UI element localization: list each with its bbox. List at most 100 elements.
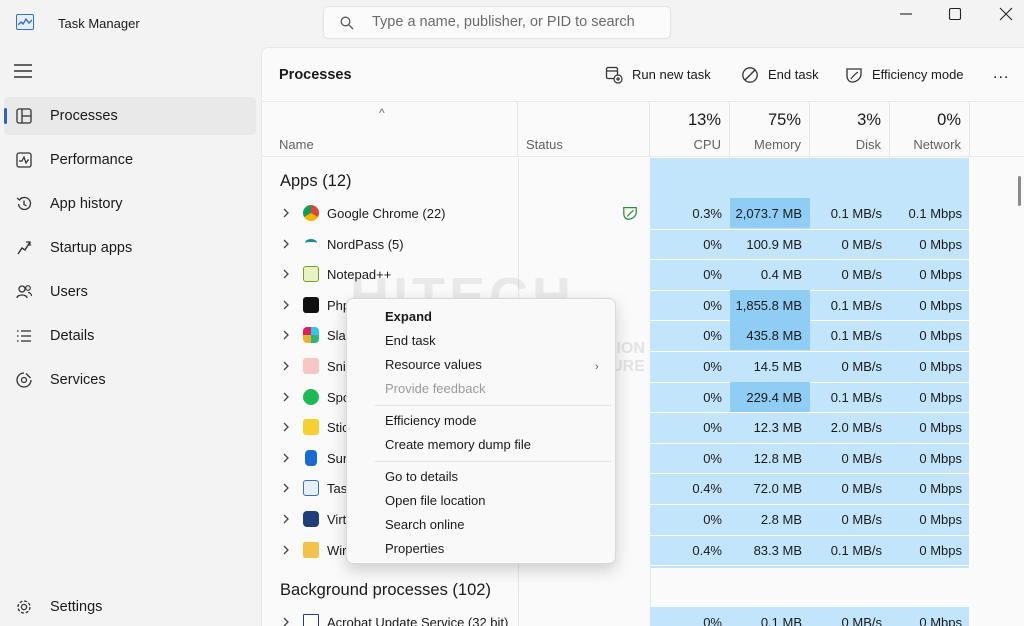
close-button[interactable] <box>984 4 1024 26</box>
table-row[interactable]: Google Chrome (22) 0.3% 2,073.7 MB 0.1 MB/s… <box>262 198 1024 228</box>
minimize-button[interactable] <box>884 4 928 26</box>
chevron-right-icon[interactable] <box>282 329 290 341</box>
sidebar-item-label: Details <box>50 328 95 344</box>
table-row[interactable]: Acrobat Update Service (32 bit) 0% 0.1 MB 0… <box>262 607 1024 626</box>
task-manager-icon <box>16 14 34 30</box>
disk-value: 0.1 MB/s <box>830 542 882 558</box>
spotify-icon <box>303 388 319 405</box>
chevron-right-icon[interactable] <box>282 391 290 403</box>
sidebar-item-startup-apps[interactable]: Startup apps <box>4 229 256 267</box>
cpu-value: 0.3% <box>692 206 722 221</box>
sidebar-item-details[interactable]: Details <box>4 317 256 355</box>
chevron-right-icon[interactable] <box>282 544 290 556</box>
users-icon <box>16 285 33 299</box>
cpu-value: 0% <box>703 615 722 626</box>
sidebar-item-settings[interactable]: Settings <box>4 588 256 626</box>
chevron-right-icon[interactable] <box>282 207 290 219</box>
scrollbar-thumb[interactable] <box>1018 176 1021 206</box>
performance-icon <box>16 152 32 168</box>
sidebar-item-services[interactable]: Services <box>4 361 256 399</box>
column-memory[interactable]: 75% Memory <box>730 102 810 157</box>
menu-item-create-dump[interactable]: Create memory dump file <box>385 437 531 452</box>
sidebar-item-label: Processes <box>50 108 118 124</box>
column-name[interactable]: ^ Name <box>262 102 518 157</box>
chrome-icon <box>303 205 319 221</box>
table-row[interactable]: NordPass (5) 0% 100.9 MB 0 MB/s 0 Mbps <box>262 229 1024 259</box>
run-task-icon <box>605 66 623 84</box>
snipping-tool-icon <box>303 358 319 374</box>
sidebar-item-users[interactable]: Users <box>4 273 256 311</box>
memory-value: 0.4 MB <box>760 267 802 283</box>
chevron-right-icon[interactable] <box>282 238 290 250</box>
sidebar-item-app-history[interactable]: App history <box>4 185 256 223</box>
phpstorm-icon <box>303 296 319 313</box>
process-name: NordPass (5) <box>327 236 404 252</box>
end-task-button[interactable]: End task <box>741 65 826 85</box>
search-box[interactable] <box>323 6 671 39</box>
menu-item-efficiency-mode[interactable]: Efficiency mode <box>385 413 477 428</box>
end-task-label: End task <box>768 67 819 82</box>
sidebar: Processes Performance App history Startu… <box>0 46 260 626</box>
title-bar: Task Manager <box>0 0 1024 46</box>
efficiency-mode-button[interactable]: Efficiency mode <box>845 65 973 85</box>
process-name: Sur <box>327 450 348 466</box>
cpu-value: 0% <box>703 328 722 344</box>
search-input[interactable] <box>372 14 662 30</box>
column-status[interactable]: Status <box>518 102 650 157</box>
sidebar-item-label: App history <box>50 196 123 212</box>
chevron-right-icon[interactable] <box>282 513 290 525</box>
nordpass-icon <box>305 238 317 247</box>
menu-item-search-online[interactable]: Search online <box>385 517 465 532</box>
menu-item-resource-values[interactable]: Resource values <box>385 357 482 372</box>
chevron-right-icon[interactable] <box>282 421 290 433</box>
end-task-icon <box>742 67 758 83</box>
chevron-right-icon[interactable] <box>282 299 290 311</box>
cpu-value: 0.4% <box>692 481 722 497</box>
sidebar-item-performance[interactable]: Performance <box>4 141 256 179</box>
network-value: 0 Mbps <box>919 450 962 466</box>
menu-item-end-task[interactable]: End task <box>385 333 436 348</box>
background-section-header: Background processes (102) <box>280 581 491 599</box>
chevron-right-icon[interactable] <box>282 268 290 280</box>
network-value: 0 Mbps <box>919 542 962 558</box>
services-icon <box>16 372 32 388</box>
menu-item-go-to-details[interactable]: Go to details <box>385 469 458 484</box>
startup-icon <box>17 241 31 255</box>
table-row[interactable]: Notepad++ 0% 0.4 MB 0 MB/s 0 Mbps <box>262 259 1024 289</box>
network-value: 0 Mbps <box>919 512 962 527</box>
slack-icon <box>303 327 319 344</box>
chevron-right-icon[interactable] <box>282 360 290 372</box>
network-value: 0 Mbps <box>919 236 962 252</box>
surfshark-icon <box>305 449 317 466</box>
network-value: 0 Mbps <box>919 420 962 436</box>
column-cpu[interactable]: 13% CPU <box>650 102 730 157</box>
run-new-task-button[interactable]: Run new task <box>605 65 715 85</box>
disk-value: 0 MB/s <box>841 236 882 252</box>
memory-value: 72.0 MB <box>753 481 802 497</box>
menu-item-expand[interactable]: Expand <box>385 309 432 324</box>
sidebar-item-processes[interactable]: Processes <box>4 97 256 135</box>
hamburger-menu-icon[interactable] <box>14 64 32 78</box>
process-name: Notepad++ <box>327 267 392 283</box>
cpu-value: 0% <box>703 512 722 527</box>
column-network[interactable]: 0% Network <box>890 102 970 157</box>
sidebar-item-label: Startup apps <box>50 240 133 256</box>
menu-item-provide-feedback: Provide feedback <box>385 381 486 396</box>
sidebar-item-label: Services <box>50 372 106 388</box>
leaf-icon <box>846 68 862 83</box>
table-header: ^ Name Status 13% CPU 75% Memory 3% Disk… <box>262 101 1024 157</box>
chevron-right-icon[interactable] <box>282 482 290 494</box>
column-disk[interactable]: 3% Disk <box>810 102 890 157</box>
submenu-arrow-icon: › <box>595 361 599 373</box>
memory-value: 12.3 MB <box>753 420 802 436</box>
menu-item-open-file-location[interactable]: Open file location <box>385 493 485 508</box>
disk-value: 0 MB/s <box>841 481 882 497</box>
chevron-right-icon[interactable] <box>282 616 290 626</box>
memory-value: 229.4 MB <box>746 389 802 405</box>
menu-item-properties[interactable]: Properties <box>385 541 444 556</box>
maximize-button[interactable] <box>933 4 977 26</box>
efficiency-leaf-icon <box>623 207 637 220</box>
network-value: 0 Mbps <box>919 359 962 374</box>
more-options-button[interactable]: ... <box>993 65 1009 83</box>
chevron-right-icon[interactable] <box>282 452 290 464</box>
